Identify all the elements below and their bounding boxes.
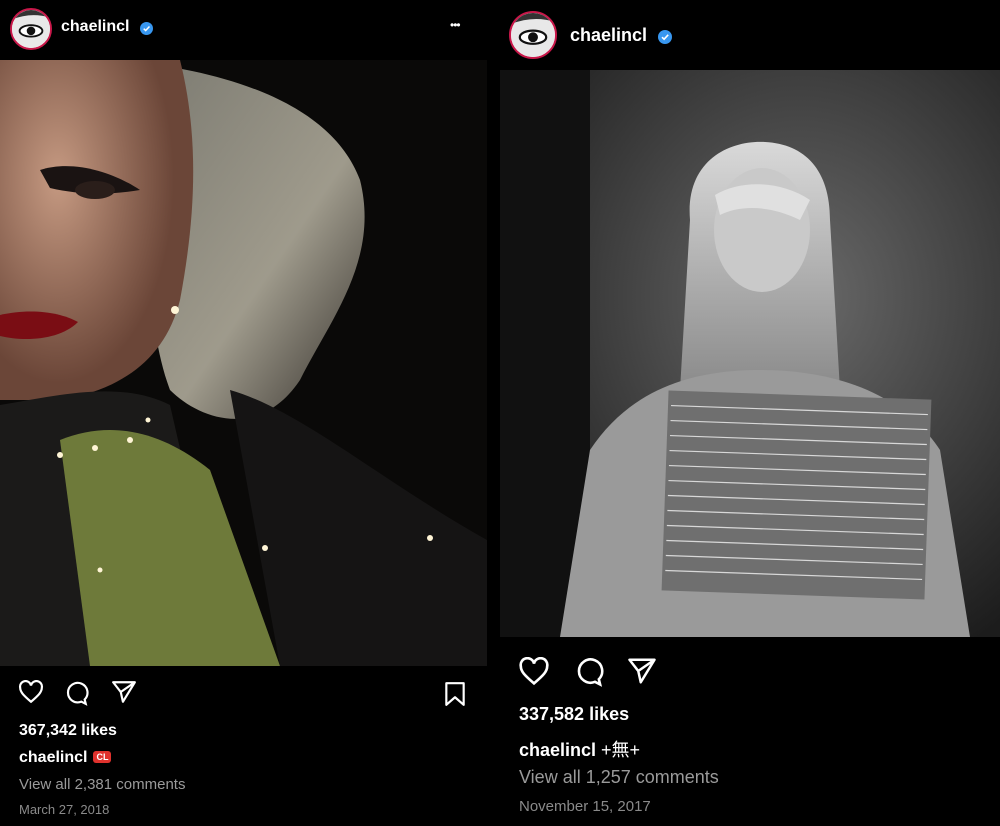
caption-username[interactable]: chaelincl (519, 740, 596, 760)
view-comments-link[interactable]: View all 2,381 comments (19, 776, 185, 793)
post-photo[interactable] (500, 70, 1000, 637)
photo-illustration (0, 60, 487, 666)
cl-badge: CL (93, 751, 112, 763)
verified-badge-icon (140, 22, 153, 35)
share-icon[interactable] (111, 680, 137, 704)
likes-count[interactable]: 337,582 likes (519, 704, 629, 725)
caption: chaelincl CL (19, 749, 112, 767)
heart-icon[interactable] (518, 657, 550, 686)
caption: chaelincl +無+ (519, 736, 640, 762)
username[interactable]: chaelincl (570, 25, 647, 46)
instagram-post-right: chaelincl 337,582 likes chaelincl +無+ Vi… (500, 0, 1000, 826)
post-date: November 15, 2017 (519, 798, 651, 815)
profile-avatar[interactable] (509, 11, 557, 59)
more-icon[interactable]: ••• (450, 18, 461, 32)
post-date: March 27, 2018 (19, 802, 110, 817)
photo-illustration (500, 70, 1000, 637)
comment-icon[interactable] (573, 656, 604, 687)
post-header: chaelincl ••• (0, 0, 487, 60)
share-icon[interactable] (627, 657, 657, 685)
likes-count[interactable]: 367,342 likes (19, 722, 117, 740)
username[interactable]: chaelincl (61, 18, 129, 36)
comment-icon[interactable] (63, 680, 89, 706)
bookmark-icon[interactable] (443, 681, 467, 707)
profile-avatar[interactable] (10, 8, 52, 50)
caption-username[interactable]: chaelincl (19, 749, 87, 766)
caption-text: +無+ (601, 740, 641, 760)
view-comments-link[interactable]: View all 1,257 comments (519, 767, 719, 788)
post-photo[interactable] (0, 60, 487, 666)
post-header: chaelincl (500, 0, 1000, 60)
instagram-post-left: chaelincl ••• 367,342 likes chaelincl CL… (0, 0, 487, 826)
verified-badge-icon (658, 30, 672, 44)
heart-icon[interactable] (18, 680, 44, 704)
